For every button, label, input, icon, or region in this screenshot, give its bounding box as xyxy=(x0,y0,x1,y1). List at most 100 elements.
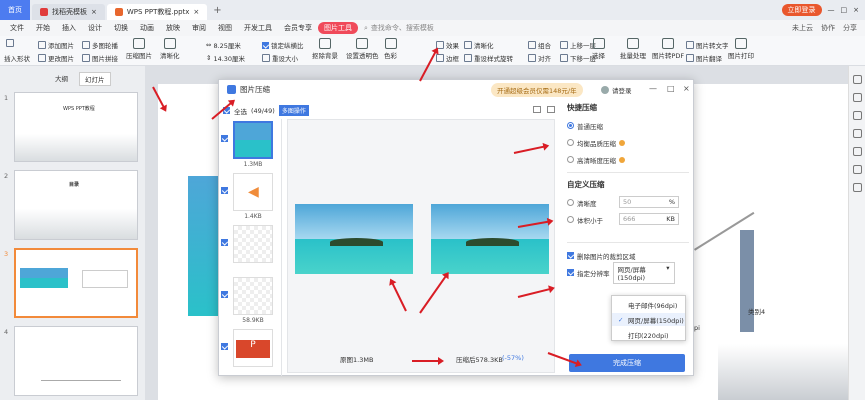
batch-button[interactable]: 批量处理 xyxy=(620,38,646,60)
minimize-icon[interactable]: — xyxy=(649,84,657,93)
home-tab[interactable]: 首页 xyxy=(0,0,30,20)
option-balanced[interactable]: 均衡品质压缩 xyxy=(567,134,689,151)
option-normal[interactable]: 普通压缩 xyxy=(567,117,689,134)
tab-outline[interactable]: 大纲 xyxy=(50,72,73,86)
slide-thumb-2[interactable]: 目录 xyxy=(14,170,138,240)
translate-button[interactable]: 图片翻译 xyxy=(686,53,722,63)
menu-home[interactable]: 开始 xyxy=(30,23,56,33)
bar-chart[interactable] xyxy=(718,224,728,324)
slide-thumb-1[interactable]: WPS PPT教程 xyxy=(14,92,138,162)
target-res-option[interactable]: 指定分辨率 网页/屏幕(150dpi) ▾ xyxy=(567,261,689,284)
add-image-button[interactable]: 添加图片 xyxy=(38,40,74,50)
select-button[interactable]: 选择 xyxy=(592,38,605,60)
animation-icon[interactable] xyxy=(852,111,862,120)
width-field[interactable]: ⇔ 8.25厘米 xyxy=(206,40,241,50)
close-icon[interactable]: × xyxy=(193,8,199,16)
file-item[interactable] xyxy=(221,225,273,265)
sharpen-button[interactable]: 清晰化 xyxy=(160,38,180,60)
share-button[interactable]: 分享 xyxy=(843,23,857,33)
lock-ratio-checkbox[interactable]: 锁定纵横比 xyxy=(262,40,304,50)
menu-insert[interactable]: 插入 xyxy=(56,23,82,33)
multi-image-button[interactable]: 多图轮播 xyxy=(82,40,118,50)
slide-thumb-4[interactable] xyxy=(14,326,138,396)
vip-banner[interactable]: 开通超级会员仅需148元/年 xyxy=(491,83,583,97)
collab-button[interactable]: 协作 xyxy=(821,23,835,33)
res-option-email[interactable]: 电子邮件(96dpi) xyxy=(612,298,685,311)
select-all-row: 全选 (49/49) 多图操作 xyxy=(223,105,309,116)
close-window-icon[interactable]: × xyxy=(853,6,859,14)
sharpen-small-button[interactable]: 清晰化 xyxy=(464,40,494,50)
menu-animation[interactable]: 动画 xyxy=(134,23,160,33)
finish-compress-button[interactable]: 完成压缩 xyxy=(569,354,685,372)
cloud-status[interactable]: 未上云 xyxy=(792,23,813,33)
file-checkbox[interactable] xyxy=(221,291,228,298)
minimize-icon[interactable]: — xyxy=(828,6,835,14)
menu-slideshow[interactable]: 放映 xyxy=(160,23,186,33)
menu-picture-tools[interactable]: 图片工具 xyxy=(318,22,358,34)
menu-dev[interactable]: 开发工具 xyxy=(238,23,278,33)
menu-design[interactable]: 设计 xyxy=(82,23,108,33)
property-icon[interactable] xyxy=(852,75,862,84)
file-item[interactable]: ◀ 1.4KB xyxy=(221,173,273,220)
file-checkbox[interactable] xyxy=(221,343,228,350)
color-button[interactable]: 色彩 xyxy=(384,38,397,60)
clarity-input[interactable]: 50% xyxy=(619,196,679,208)
maximize-icon[interactable]: □ xyxy=(667,84,675,93)
vip-icon xyxy=(619,156,625,163)
align-button[interactable]: 对齐 xyxy=(528,53,551,63)
border-button[interactable]: 边框 xyxy=(436,53,459,63)
slide-thumb-3[interactable] xyxy=(14,248,138,318)
combine-button[interactable]: 组合 xyxy=(528,40,551,50)
change-image-button[interactable]: 更改图片 xyxy=(38,53,74,63)
print-button[interactable]: 图片打印 xyxy=(728,38,754,60)
file-item[interactable]: 58.9KB xyxy=(221,277,273,324)
menu-file[interactable]: 文件 xyxy=(4,23,30,33)
menu-transition[interactable]: 切换 xyxy=(108,23,134,33)
maximize-icon[interactable]: □ xyxy=(841,6,848,14)
compress-image-button[interactable]: 压缩图片 xyxy=(126,38,152,60)
to-pdf-button[interactable]: 图片转PDF xyxy=(652,38,684,60)
command-search[interactable]: ⌕ 查找命令、搜索模板 xyxy=(364,23,434,33)
file-item[interactable]: 1.3MB xyxy=(221,121,273,168)
layers-icon[interactable] xyxy=(852,147,862,156)
style-icon[interactable] xyxy=(852,93,862,102)
option-hd[interactable]: 高清晰度压缩 xyxy=(567,151,689,168)
menu-review[interactable]: 审阅 xyxy=(186,23,212,33)
new-tab-icon[interactable]: + xyxy=(213,5,221,16)
send-backward-button[interactable]: 下移一层 xyxy=(560,53,596,63)
close-icon[interactable]: × xyxy=(683,84,690,93)
multi-operation-button[interactable]: 多图操作 xyxy=(278,105,309,116)
brush-icon[interactable] xyxy=(852,183,862,192)
menu-view[interactable]: 视图 xyxy=(212,23,238,33)
rotate-button[interactable]: 旋转 xyxy=(500,53,513,63)
size-input[interactable]: 666 KB xyxy=(619,213,679,225)
file-item[interactable]: P xyxy=(221,329,273,369)
set-transparent-button[interactable]: 设置透明色 xyxy=(346,38,379,60)
location-icon[interactable] xyxy=(852,165,862,174)
tab-document[interactable]: WPS PPT教程.pptx × xyxy=(106,4,208,20)
login-button[interactable]: 立即登录 xyxy=(781,4,822,16)
image-view-icon[interactable] xyxy=(533,106,541,113)
close-icon[interactable]: × xyxy=(91,8,97,16)
image-stitch-button[interactable]: 图片拼接 xyxy=(82,53,118,63)
menu-vip[interactable]: 会员专享 xyxy=(278,23,318,33)
res-option-print[interactable]: 打印(220dpi) xyxy=(612,328,685,341)
tab-template[interactable]: 找稻壳模板 × xyxy=(32,4,105,20)
tab-slides[interactable]: 幻灯片 xyxy=(79,72,111,86)
height-field[interactable]: ⇕ 14.30厘米 xyxy=(206,53,245,63)
dialog-login[interactable]: 请登录 xyxy=(601,85,632,95)
reset-style-button[interactable]: 重设样式 xyxy=(464,53,500,63)
file-checkbox[interactable] xyxy=(221,135,228,142)
copy-icon[interactable] xyxy=(852,129,862,138)
file-checkbox[interactable] xyxy=(221,239,228,246)
insert-shape-button[interactable] xyxy=(6,39,14,47)
list-view-icon[interactable] xyxy=(547,106,555,113)
bring-forward-button[interactable]: 上移一层 xyxy=(560,40,596,50)
file-checkbox[interactable] xyxy=(221,187,228,194)
to-text-button[interactable]: 图片转文字 xyxy=(686,40,729,50)
res-option-web[interactable]: ✓ 网页/屏幕(150dpi) xyxy=(612,313,685,326)
reset-size-button[interactable]: 重设大小 xyxy=(262,53,298,63)
insert-shape-label[interactable]: 插入形状 xyxy=(4,53,30,63)
resolution-select[interactable]: 网页/屏幕(150dpi) ▾ xyxy=(612,261,675,284)
remove-bg-button[interactable]: 抠除背景 xyxy=(312,38,338,60)
